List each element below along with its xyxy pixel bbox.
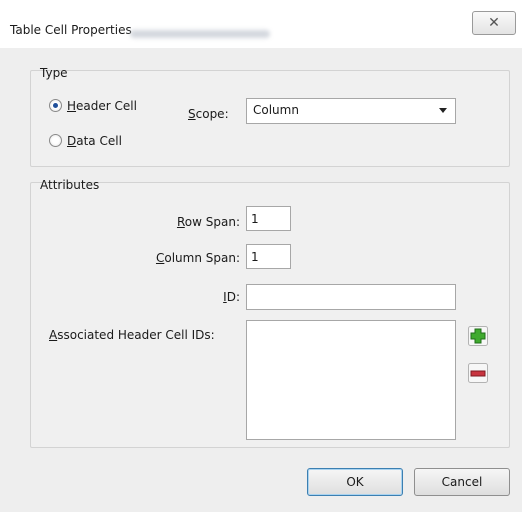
plus-icon [468,326,488,346]
header-cell-radio[interactable] [49,99,62,112]
dialog-window: Table Cell Properties ✕ Type Header Cell… [0,0,522,512]
data-cell-label[interactable]: Data Cell [67,134,122,148]
close-button[interactable]: ✕ [472,11,516,35]
row-span-input[interactable] [246,206,291,231]
column-span-label: Column Span: [155,251,240,265]
attributes-legend: Attributes [40,178,100,192]
close-icon: ✕ [488,15,500,31]
data-cell-radio[interactable] [49,134,62,147]
row-span-label: Row Span: [176,215,240,229]
attributes-group: Attributes Row Span: Column Span: ID: As… [30,178,510,448]
column-span-input[interactable] [246,244,291,269]
minus-icon [468,363,488,383]
scope-select[interactable]: Column [246,98,456,124]
title-blurred-subtitle [130,30,270,38]
chevron-down-icon [439,108,447,113]
id-label: ID: [223,290,240,304]
cancel-button[interactable]: Cancel [414,468,510,496]
associated-header-list[interactable] [246,320,456,440]
scope-label: Scope: [188,107,229,121]
scope-select-value: Column [253,103,299,117]
add-header-id-button[interactable] [468,326,488,346]
id-input[interactable] [246,284,456,310]
type-legend: Type [40,66,68,80]
window-title: Table Cell Properties [10,23,132,37]
associated-header-label: Associated Header Cell IDs: [49,328,215,342]
type-group: Type Header Cell Data Cell Scope: Column [30,66,510,167]
header-cell-label[interactable]: Header Cell [67,99,137,113]
ok-button[interactable]: OK [307,468,403,496]
remove-header-id-button[interactable] [468,363,488,383]
title-bar: Table Cell Properties ✕ [0,0,522,48]
